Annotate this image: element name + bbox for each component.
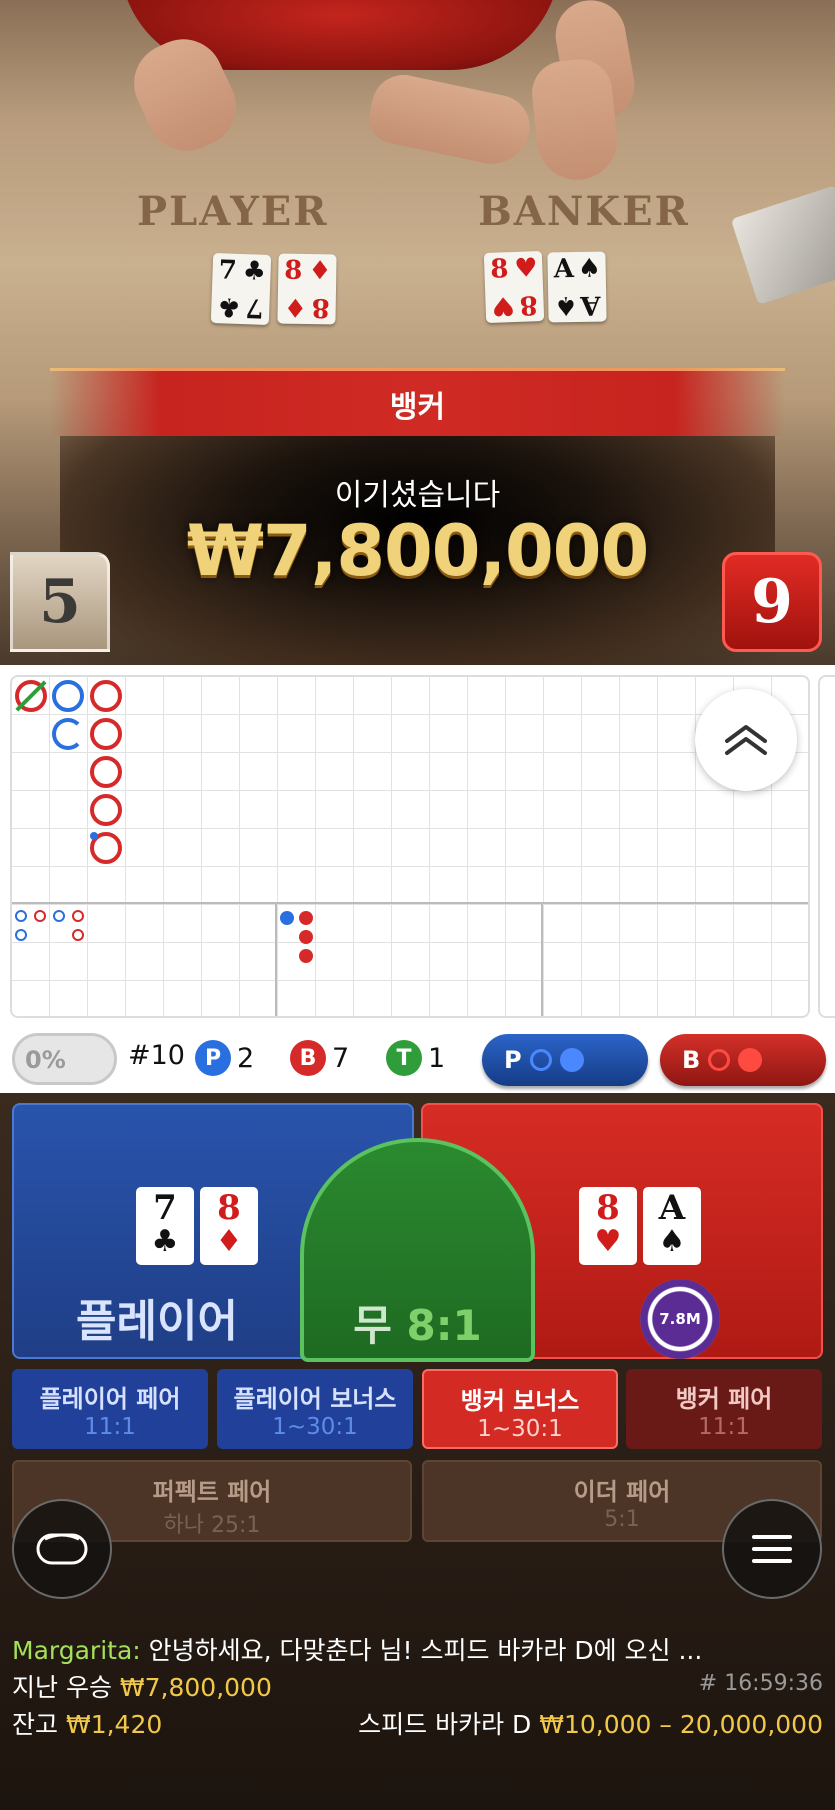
player-card: 8 ♦ bbox=[200, 1187, 258, 1265]
betting-area: 7 ♣ 8 ♦ 플레이어 8 ♥ A ♠ 무 8:1 7.8M 플레이어 페어 11:1 … bbox=[0, 1093, 835, 1810]
live-video-feed: PLAYER BANKER 7 ♣ 7 ♣ 8 ♦ 8 ♦ 8 ♥ 8 ♥ A ♠ A ♠ 뱅커… bbox=[0, 0, 835, 665]
bead-road-banker bbox=[299, 949, 313, 963]
small-road-banker bbox=[72, 929, 84, 941]
bead-road-banker bbox=[299, 930, 313, 944]
win-message: 이기셨습니다 bbox=[334, 478, 501, 513]
player-badge: P bbox=[195, 1040, 231, 1076]
table-name: 스피드 바카라 D bbox=[358, 1710, 532, 1739]
dealer-hand bbox=[364, 69, 536, 171]
balance: 잔고 ₩1,420 bbox=[12, 1710, 163, 1739]
double-chevron-up-icon bbox=[725, 725, 767, 755]
bead-road-banker bbox=[299, 911, 313, 925]
chat-bubble-icon bbox=[36, 1533, 88, 1565]
banker-count: B 7 bbox=[290, 1040, 349, 1076]
table-banker-label: BANKER bbox=[478, 188, 690, 235]
side-road-strip bbox=[818, 675, 835, 1018]
table-card: A ♠ A ♠ bbox=[547, 251, 607, 323]
small-road-banker bbox=[72, 910, 84, 922]
last-win: 지난 우승 ₩7,800,000 bbox=[12, 1673, 272, 1702]
percent-toggle-label: 0% bbox=[25, 1046, 66, 1074]
table-info: 스피드 바카라 D ₩10,000 – 20,000,000 bbox=[358, 1705, 823, 1741]
bead-banker bbox=[90, 756, 122, 788]
solid-circle-icon bbox=[559, 1048, 584, 1072]
banker-score: 9 bbox=[722, 552, 822, 652]
round-time: # 16:59:36 bbox=[698, 1671, 823, 1696]
small-road-banker bbox=[34, 910, 46, 922]
small-road-player bbox=[15, 910, 27, 922]
hamburger-menu-icon bbox=[752, 1535, 792, 1563]
stats-row: 0% #10 P 2 B 7 T 1 P B bbox=[0, 1030, 835, 1088]
player-bet-label: 플레이어 bbox=[76, 1296, 238, 1347]
player-predict-button[interactable]: P bbox=[482, 1034, 648, 1086]
roadmap-panel: 0% #10 P 2 B 7 T 1 P B bbox=[0, 665, 835, 1093]
percent-toggle[interactable]: 0% bbox=[12, 1033, 117, 1085]
roadmap-grid[interactable] bbox=[10, 675, 810, 1018]
player-pair-bet[interactable]: 플레이어 페어 11:1 bbox=[12, 1369, 208, 1449]
bead-banker bbox=[90, 794, 122, 826]
hollow-circle-icon bbox=[529, 1049, 552, 1071]
solid-circle-icon bbox=[738, 1048, 763, 1072]
player-pair-dot bbox=[90, 832, 98, 840]
bead-road-player bbox=[280, 911, 294, 925]
dealer-hand bbox=[528, 56, 622, 184]
card-shoe bbox=[730, 185, 835, 305]
table-card: 8 ♦ 8 ♦ bbox=[277, 253, 337, 325]
placed-chip: 7.8M bbox=[640, 1279, 720, 1359]
banker-pair-bet[interactable]: 뱅커 페어 11:1 bbox=[626, 1369, 822, 1449]
chat-button[interactable] bbox=[12, 1499, 112, 1599]
small-road-player bbox=[53, 910, 65, 922]
result-banner: 뱅커 bbox=[50, 368, 785, 436]
player-count: P 2 bbox=[195, 1040, 254, 1076]
player-score: 5 bbox=[10, 552, 110, 652]
bead-player bbox=[52, 718, 84, 750]
expand-roadmap-button[interactable] bbox=[695, 689, 797, 791]
tie-badge: T bbox=[386, 1040, 422, 1076]
bead-banker bbox=[90, 680, 122, 712]
menu-button[interactable] bbox=[722, 1499, 822, 1599]
small-road-player bbox=[15, 929, 27, 941]
table-card: 7 ♣ 7 ♣ bbox=[210, 253, 272, 325]
banker-predict-button[interactable]: B bbox=[660, 1034, 826, 1086]
player-bonus-bet[interactable]: 플레이어 보너스 1~30:1 bbox=[217, 1369, 413, 1449]
chat-message: Margarita: 안녕하세요, 다맞춘다 님! 스피드 바카라 D에 오신 … bbox=[12, 1636, 703, 1665]
banker-bonus-bet[interactable]: 뱅커 보너스 1~30:1 bbox=[422, 1369, 618, 1449]
table-limits: ₩10,000 – 20,000,000 bbox=[539, 1710, 823, 1739]
banker-card: 8 ♥ bbox=[579, 1187, 637, 1265]
banker-card: A ♠ bbox=[643, 1187, 701, 1265]
table-player-label: PLAYER bbox=[137, 188, 329, 235]
chat-author: Margarita: bbox=[12, 1636, 141, 1665]
tie-bet-label: 무 8:1 bbox=[353, 1301, 482, 1350]
tie-count: T 1 bbox=[386, 1040, 445, 1076]
round-counter: #10 bbox=[128, 1040, 185, 1071]
tie-bet-spot[interactable]: 무 8:1 bbox=[300, 1138, 535, 1362]
bead-player bbox=[52, 680, 84, 712]
banker-badge: B bbox=[290, 1040, 326, 1076]
hollow-circle-icon bbox=[708, 1049, 731, 1071]
bead-banker bbox=[90, 718, 122, 750]
table-card: 8 ♥ 8 ♥ bbox=[483, 251, 545, 323]
win-amount: ₩7,800,000 bbox=[186, 510, 649, 592]
player-card: 7 ♣ bbox=[136, 1187, 194, 1265]
